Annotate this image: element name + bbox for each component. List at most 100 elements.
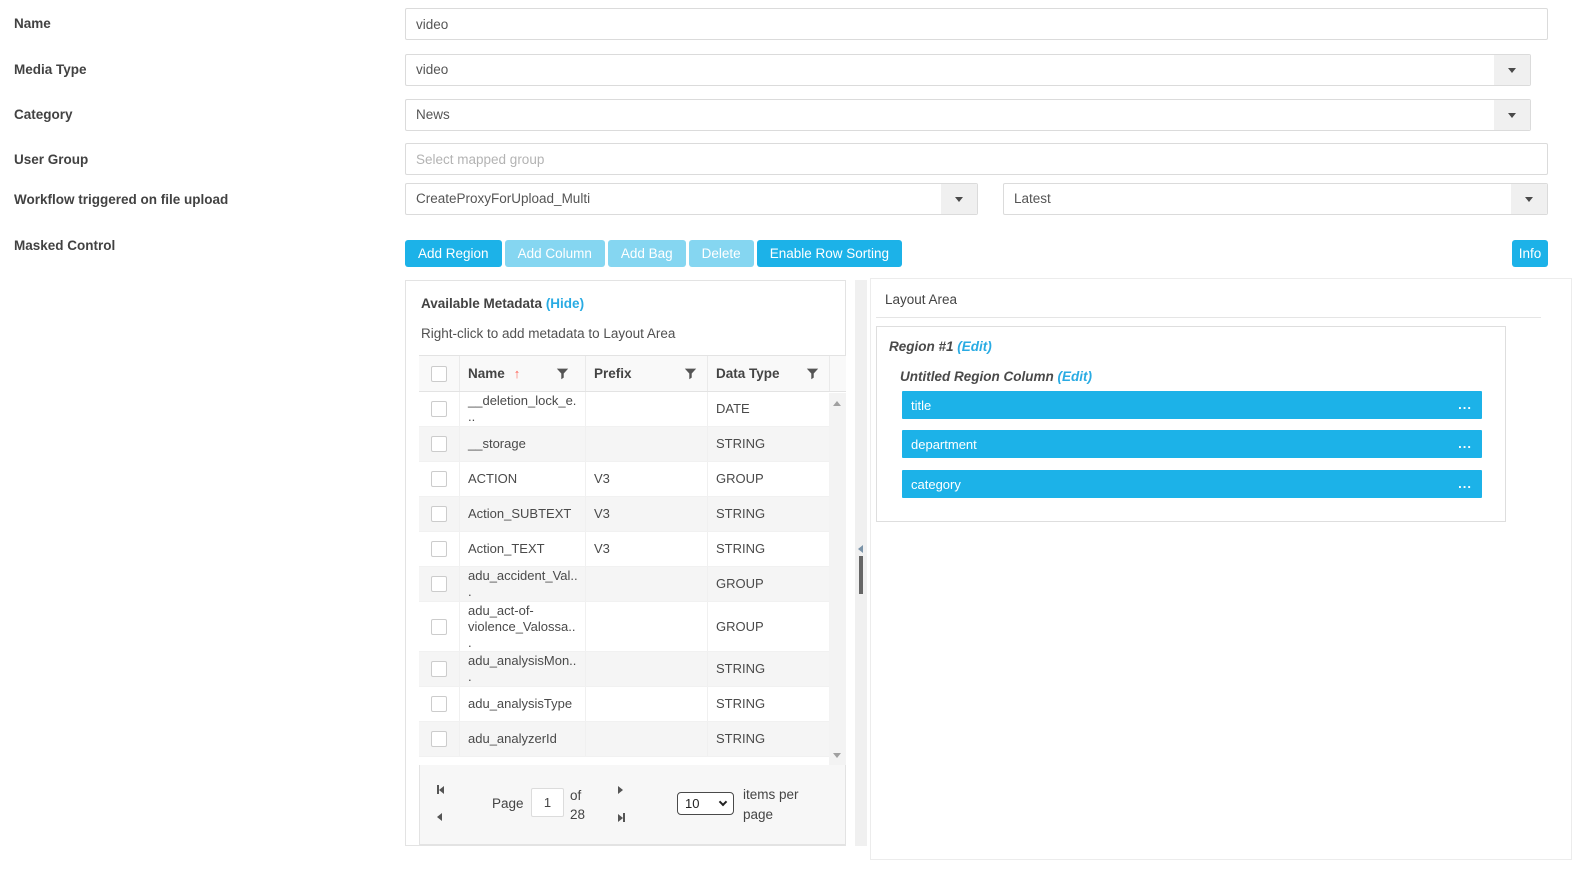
row-prefix-cell xyxy=(585,392,707,426)
table-row[interactable]: __deletion_lock_e... DATE xyxy=(419,392,846,427)
item-menu-icon[interactable]: ... xyxy=(1458,479,1472,489)
chevron-down-icon xyxy=(1508,113,1516,118)
name-input[interactable] xyxy=(405,8,1548,40)
table-row[interactable]: __storage STRING xyxy=(419,427,846,462)
scroll-down-icon[interactable] xyxy=(833,753,841,758)
table-row[interactable]: adu_act-of-violence_Valossa... GROUP xyxy=(419,602,846,652)
table-row[interactable]: ACTION V3 GROUP xyxy=(419,462,846,497)
row-prefix-cell xyxy=(585,427,707,461)
row-checkbox[interactable] xyxy=(431,471,447,487)
previous-page-button[interactable] xyxy=(437,813,442,821)
next-page-button[interactable] xyxy=(618,786,623,794)
layout-area-panel: Layout Area Region #1 (Edit) Untitled Re… xyxy=(870,278,1572,860)
row-name-cell: adu_analyzerId xyxy=(459,722,585,756)
region-column-label: Untitled Region Column xyxy=(900,369,1054,384)
masked-control-field-label: Masked Control xyxy=(14,238,115,253)
media-type-dropdown-arrow-button[interactable] xyxy=(1494,55,1530,85)
layout-item-label: category xyxy=(911,477,961,492)
sort-ascending-icon: ↑ xyxy=(514,366,521,381)
row-checkbox[interactable] xyxy=(431,401,447,417)
splitter-drag-handle[interactable] xyxy=(859,556,863,594)
last-page-button[interactable] xyxy=(618,813,625,822)
data-type-filter-icon[interactable] xyxy=(806,367,819,380)
workflow-dropdown-arrow-button[interactable] xyxy=(941,184,977,214)
region-1-heading: Region #1 (Edit) xyxy=(889,339,992,354)
region-column-edit-link[interactable]: (Edit) xyxy=(1058,369,1093,384)
name-column-label: Name xyxy=(468,366,505,381)
available-metadata-title: Available Metadata (Hide) xyxy=(421,296,584,311)
item-menu-icon[interactable]: ... xyxy=(1458,439,1472,449)
workflow-version-dropdown-arrow-button[interactable] xyxy=(1511,184,1547,214)
masked-control-config-page: Name Media Type video Category News User… xyxy=(0,0,1592,873)
info-button[interactable]: Info xyxy=(1512,240,1548,267)
region-edit-link[interactable]: (Edit) xyxy=(957,339,992,354)
user-group-field-label: User Group xyxy=(14,152,88,167)
scroll-up-icon[interactable] xyxy=(833,401,841,406)
row-name-cell: adu_analysisMon... xyxy=(459,652,585,686)
data-type-column-header[interactable]: Data Type xyxy=(707,356,829,391)
category-dropdown[interactable]: News xyxy=(405,99,1531,131)
items-per-page-select[interactable]: 10 xyxy=(677,792,734,815)
page-label: Page xyxy=(492,796,524,811)
add-region-button[interactable]: Add Region xyxy=(405,240,502,267)
panel-splitter[interactable] xyxy=(855,280,867,846)
table-row[interactable]: Action_SUBTEXT V3 STRING xyxy=(419,497,846,532)
table-row[interactable]: adu_analysisMon... STRING xyxy=(419,652,846,687)
row-prefix-cell xyxy=(585,567,707,601)
select-all-checkbox[interactable] xyxy=(431,366,447,382)
row-checkbox[interactable] xyxy=(431,696,447,712)
row-name-cell: __deletion_lock_e... xyxy=(459,392,585,426)
layout-item-title[interactable]: title ... xyxy=(902,391,1482,419)
prefix-column-header[interactable]: Prefix xyxy=(585,356,707,391)
enable-row-sorting-button[interactable]: Enable Row Sorting xyxy=(757,240,902,267)
row-checkbox[interactable] xyxy=(431,506,447,522)
chevron-down-icon xyxy=(1525,197,1533,202)
media-type-dropdown[interactable]: video xyxy=(405,54,1531,86)
layout-item-department[interactable]: department ... xyxy=(902,430,1482,458)
page-number-input[interactable] xyxy=(531,788,564,817)
row-checkbox[interactable] xyxy=(431,731,447,747)
masked-control-toolbar: Add Region Add Column Add Bag Delete Ena… xyxy=(405,240,905,267)
row-name-cell: ACTION xyxy=(459,462,585,496)
layout-item-category[interactable]: category ... xyxy=(902,470,1482,498)
row-checkbox[interactable] xyxy=(431,661,447,677)
prefix-column-label: Prefix xyxy=(594,366,632,381)
item-menu-icon[interactable]: ... xyxy=(1458,400,1472,410)
grid-vertical-scrollbar[interactable] xyxy=(829,393,846,766)
user-group-input[interactable] xyxy=(405,143,1548,175)
row-name-cell: adu_accident_Val... xyxy=(459,567,585,601)
first-page-icon xyxy=(439,786,444,794)
row-checkbox[interactable] xyxy=(431,576,447,592)
delete-button[interactable]: Delete xyxy=(689,240,754,267)
add-column-button[interactable]: Add Column xyxy=(505,240,605,267)
table-row[interactable]: adu_accident_Val... GROUP xyxy=(419,567,846,602)
next-page-icon xyxy=(618,786,623,794)
hide-link[interactable]: (Hide) xyxy=(546,296,584,311)
workflow-dropdown[interactable]: CreateProxyForUpload_Multi xyxy=(405,183,978,215)
row-checkbox[interactable] xyxy=(431,436,447,452)
available-metadata-title-text: Available Metadata xyxy=(421,296,542,311)
region-1-label: Region #1 xyxy=(889,339,954,354)
last-page-icon xyxy=(623,813,625,822)
workflow-value: CreateProxyForUpload_Multi xyxy=(416,184,590,214)
row-name-cell: Action_SUBTEXT xyxy=(459,497,585,531)
select-all-header-cell xyxy=(419,356,459,391)
layout-area-title: Layout Area xyxy=(885,292,957,307)
collapse-left-icon[interactable] xyxy=(858,545,863,553)
name-column-header[interactable]: Name ↑ xyxy=(459,356,585,391)
row-checkbox[interactable] xyxy=(431,541,447,557)
chevron-down-icon xyxy=(719,798,727,806)
category-dropdown-arrow-button[interactable] xyxy=(1494,100,1530,130)
row-checkbox[interactable] xyxy=(431,619,447,635)
add-bag-button[interactable]: Add Bag xyxy=(608,240,686,267)
workflow-version-dropdown[interactable]: Latest xyxy=(1003,183,1548,215)
row-prefix-cell xyxy=(585,652,707,686)
table-row[interactable]: adu_analysisType STRING xyxy=(419,687,846,722)
row-name-cell: Action_TEXT xyxy=(459,532,585,566)
prefix-filter-icon[interactable] xyxy=(684,367,697,380)
available-metadata-panel: Available Metadata (Hide) Right-click to… xyxy=(405,280,846,846)
table-row[interactable]: Action_TEXT V3 STRING xyxy=(419,532,846,567)
table-row[interactable]: adu_analyzerId STRING xyxy=(419,722,846,757)
name-filter-icon[interactable] xyxy=(556,367,569,380)
first-page-button[interactable] xyxy=(437,785,444,794)
